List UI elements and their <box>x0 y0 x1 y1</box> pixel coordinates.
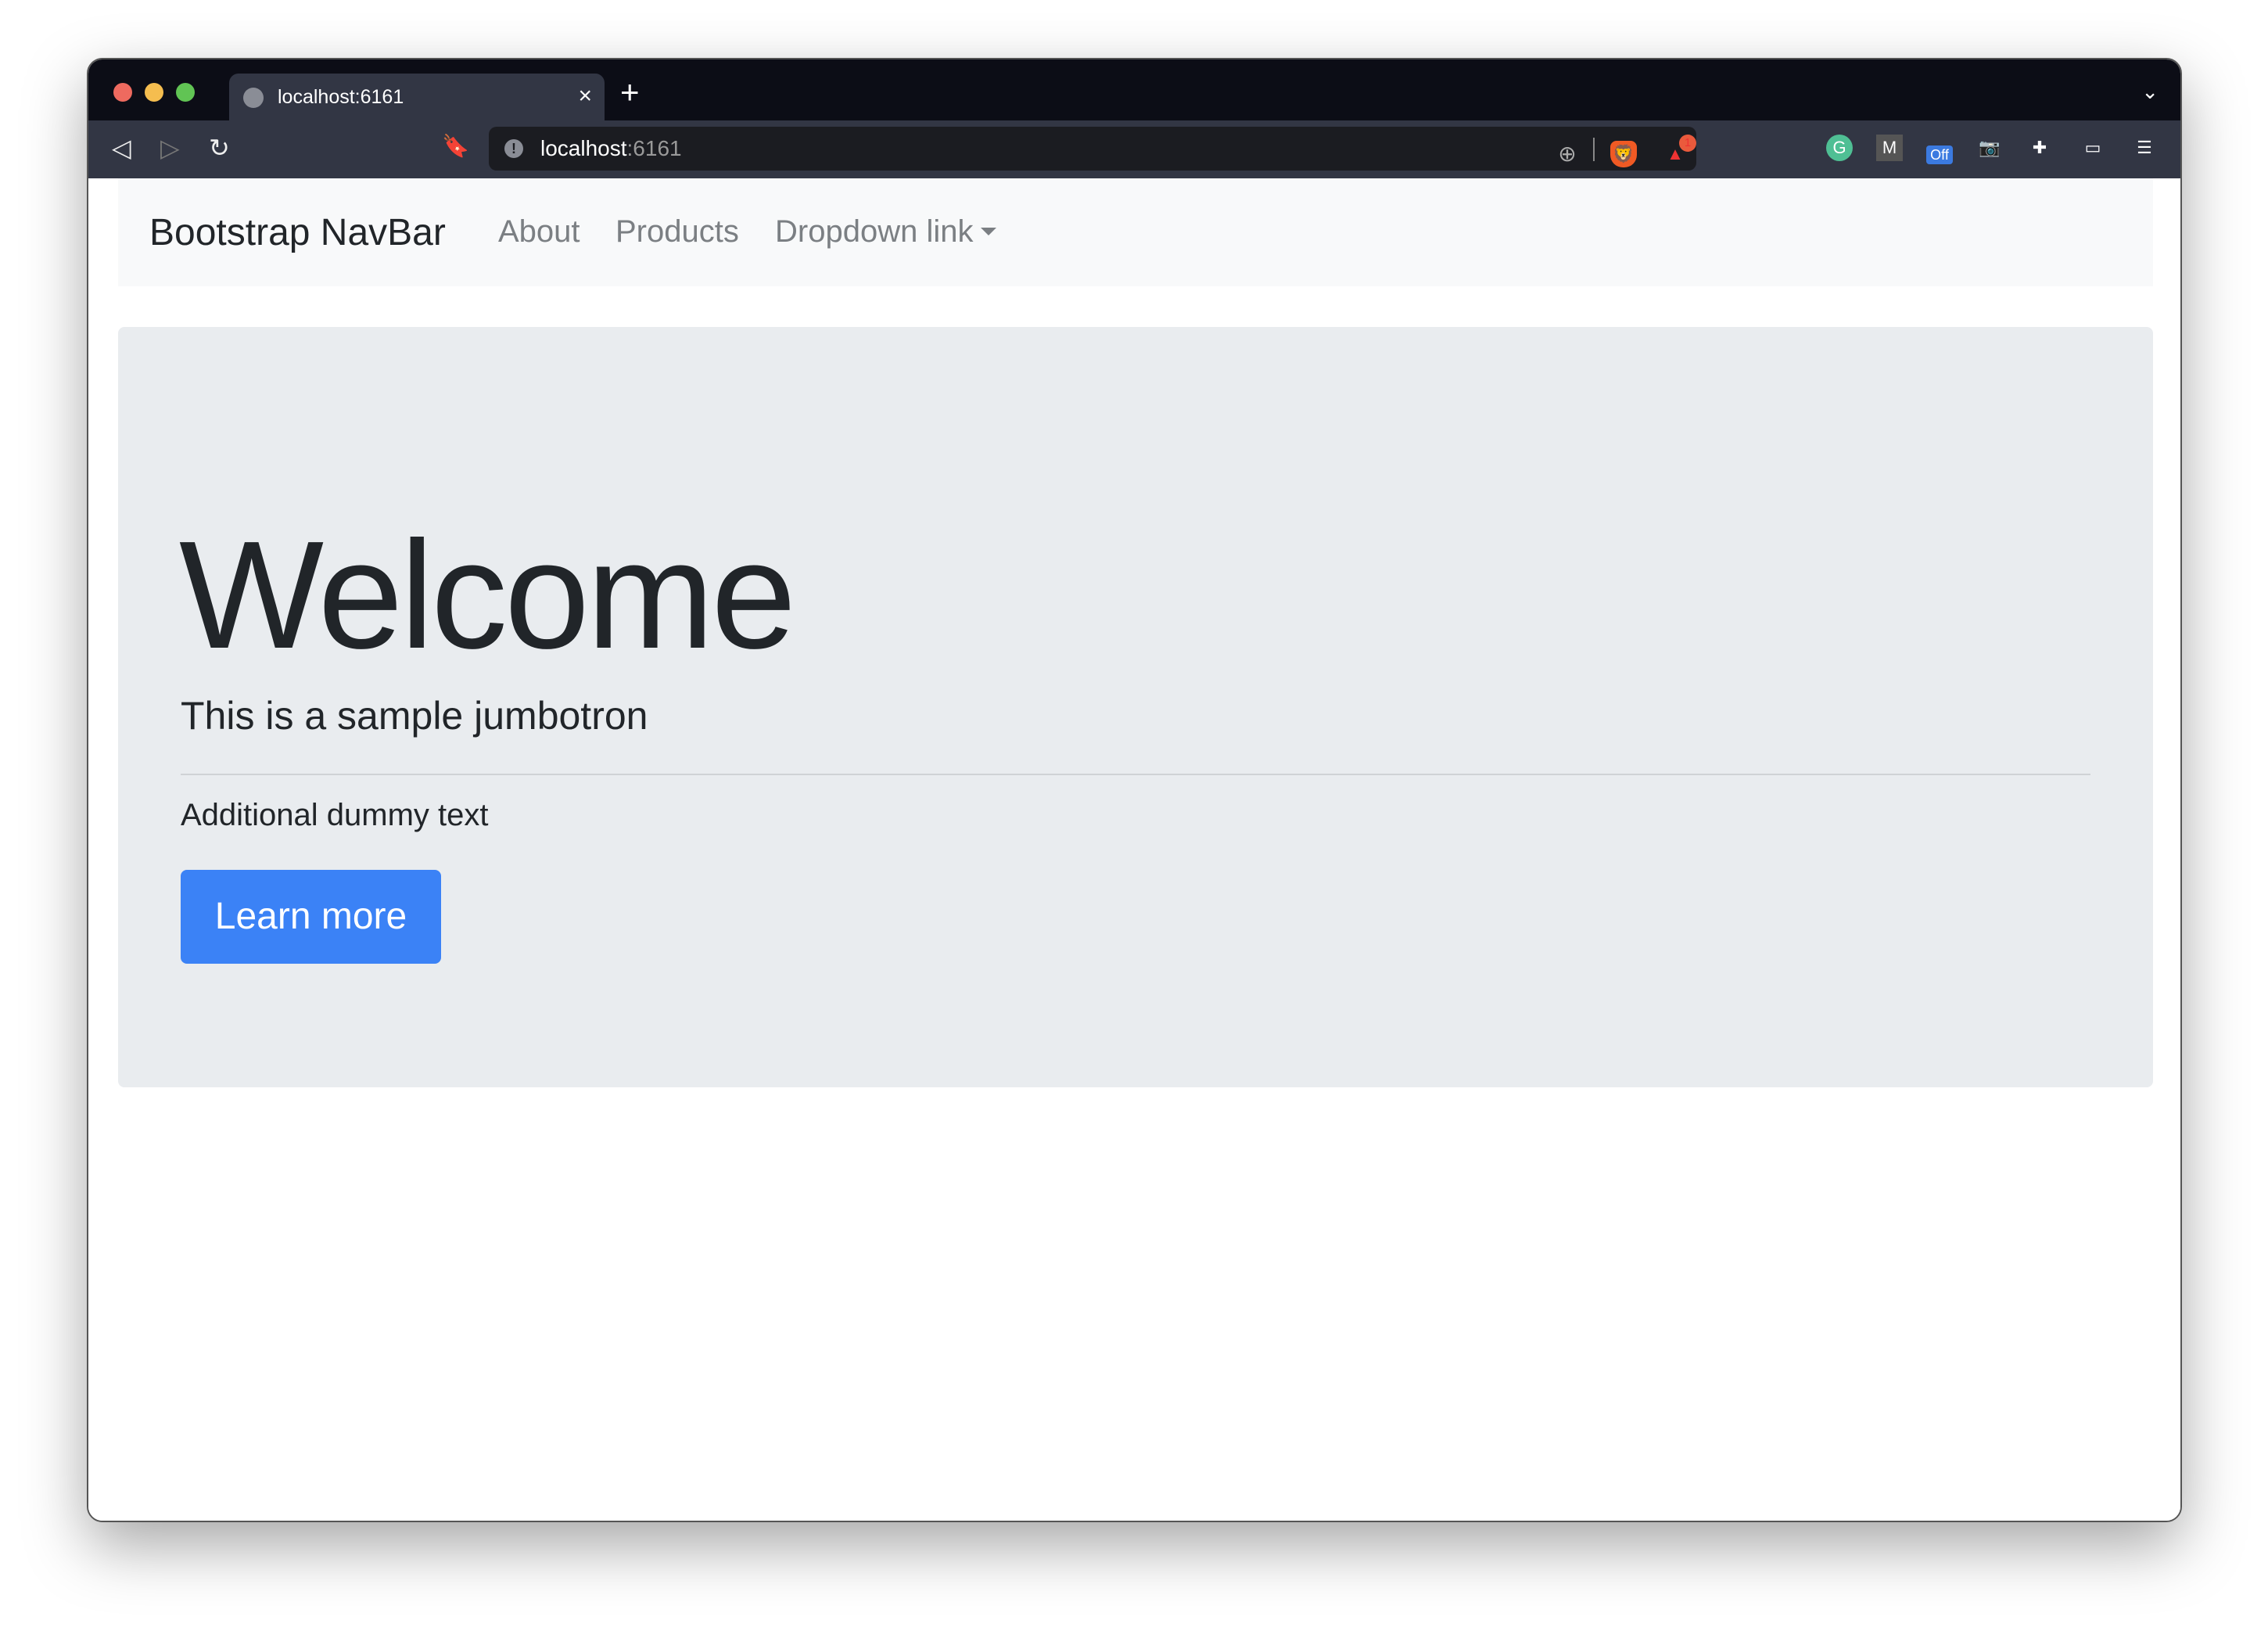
dropdown-label: Dropdown link <box>775 214 974 249</box>
globe-icon <box>243 88 264 108</box>
learn-more-button[interactable]: Learn more <box>181 870 441 964</box>
close-window-button[interactable] <box>113 83 132 102</box>
tab-bar: localhost:6161 × + ⌄ <box>88 59 2180 120</box>
wallet-icon[interactable]: ▭ <box>2080 135 2106 161</box>
nav-link-about[interactable]: About <box>498 214 580 250</box>
minimize-window-button[interactable] <box>145 83 163 102</box>
maximize-window-button[interactable] <box>176 83 195 102</box>
page-content: Bootstrap NavBar About Products Dropdown… <box>88 178 2180 1521</box>
brave-shield-icon[interactable]: 🦁 <box>1610 141 1637 167</box>
navbar: Bootstrap NavBar About Products Dropdown… <box>118 178 2153 286</box>
extensions-puzzle-icon[interactable]: ✚ <box>2026 135 2053 161</box>
caret-down-icon <box>981 228 997 235</box>
m-extension-icon[interactable]: M <box>1876 135 1903 161</box>
navbar-brand[interactable]: Bootstrap NavBar <box>149 211 446 254</box>
address-bar[interactable]: ! localhost:6161 ⊕ 🦁 ▲ 1 <box>489 127 1696 171</box>
divider <box>181 774 2090 775</box>
menu-icon[interactable]: ☰ <box>2131 135 2158 161</box>
tab-title: localhost:6161 <box>278 86 404 108</box>
nav-link-products[interactable]: Products <box>615 214 739 250</box>
jumbotron-title: Welcome <box>179 509 796 681</box>
brave-rewards-icon[interactable]: ▲ 1 <box>1662 135 1696 167</box>
grammarly-icon[interactable]: G <box>1826 135 1853 161</box>
jumbotron-text: Additional dummy text <box>181 798 489 832</box>
browser-toolbar: ◁ ▷ ↻ 🔖 ! localhost:6161 ⊕ 🦁 ▲ 1 G M Off … <box>88 120 2180 178</box>
back-icon[interactable]: ◁ <box>112 133 131 163</box>
close-tab-icon[interactable]: × <box>578 83 592 110</box>
new-tab-button[interactable]: + <box>620 74 640 111</box>
rewards-badge: 1 <box>1679 135 1696 152</box>
jumbotron-lead: This is a sample jumbotron <box>181 694 648 738</box>
browser-window: localhost:6161 × + ⌄ ◁ ▷ ↻ 🔖 ! localhost… <box>87 58 2182 1522</box>
divider <box>1593 138 1595 161</box>
jumbotron: Welcome This is a sample jumbotron Addit… <box>118 327 2153 1087</box>
info-icon[interactable]: ! <box>504 139 523 158</box>
page-counter-extension-icon[interactable]: Off <box>1926 145 1953 164</box>
forward-icon[interactable]: ▷ <box>160 133 180 163</box>
reload-icon[interactable]: ↻ <box>209 133 230 163</box>
url-text: localhost:6161 <box>540 136 682 160</box>
browser-tab[interactable]: localhost:6161 × <box>229 74 605 120</box>
camera-icon[interactable]: 📷 <box>1976 135 2003 161</box>
nav-dropdown-link[interactable]: Dropdown link <box>775 214 997 250</box>
bookmark-icon[interactable]: 🔖 <box>442 133 469 159</box>
tab-list-chevron-icon[interactable]: ⌄ <box>2141 80 2159 104</box>
zoom-icon[interactable]: ⊕ <box>1554 141 1581 167</box>
